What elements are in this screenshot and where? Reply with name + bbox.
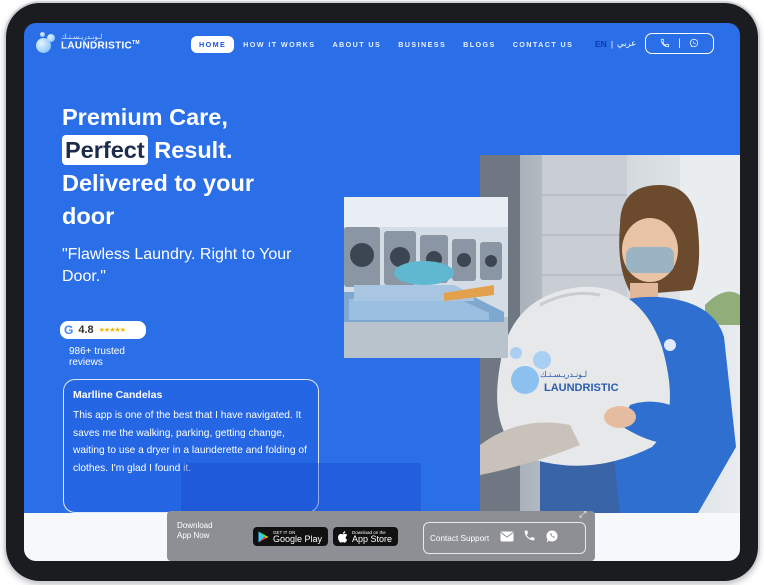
hero-highlight: Perfect	[62, 135, 148, 165]
logo-wordmark: LAUNDRISTICTM	[61, 40, 140, 52]
hero-subtitle: "Flawless Laundry. Right to Your Door."	[62, 246, 292, 285]
nav-contact-us[interactable]: CONTACT US	[505, 36, 582, 53]
floating-action-bar: Download App Now GET IT ON Google Play Do…	[167, 509, 595, 561]
reviewer-name: Marlline Candelas	[73, 389, 163, 401]
google-rating-badge[interactable]: G 4.8 ★★★★★	[60, 321, 146, 339]
delivery-person-photo: لـونـدريـسـتـك LAUNDRISTIC	[480, 155, 740, 513]
whatsapp-icon[interactable]	[545, 529, 559, 548]
expand-icon[interactable]: ⤢	[579, 509, 586, 520]
logo-bubbles-icon	[36, 32, 58, 54]
apple-icon	[338, 530, 348, 543]
google-icon: G	[64, 323, 74, 337]
mail-icon[interactable]	[500, 529, 514, 547]
hero-line-4: door	[62, 203, 115, 229]
tablet-frame: لـونـدريـسـتـك LAUNDRISTICTM HOME HOW IT…	[6, 3, 758, 581]
phone-icon[interactable]	[660, 35, 670, 53]
phone-icon[interactable]	[523, 529, 536, 547]
bag-wordmark: LAUNDRISTIC	[544, 382, 619, 394]
app-store-button[interactable]: Download on the App Store	[333, 527, 399, 546]
reviews-count: 986+ trusted reviews	[69, 346, 125, 368]
website-screen: لـونـدريـسـتـك LAUNDRISTICTM HOME HOW IT…	[24, 23, 740, 561]
whatsapp-icon[interactable]	[689, 35, 699, 53]
main-nav: HOME HOW IT WORKS ABOUT US BUSINESS BLOG…	[191, 36, 582, 53]
laundromat-photo	[344, 197, 508, 358]
decorative-block	[181, 463, 421, 513]
hero-line-1: Premium Care,	[62, 104, 228, 130]
google-play-button[interactable]: GET IT ON Google Play	[253, 527, 329, 546]
nav-blogs[interactable]: BLOGS	[455, 36, 504, 53]
nav-about-us[interactable]: ABOUT US	[324, 36, 389, 53]
hero-headline: Premium Care, Perfect Result. Delivered …	[62, 101, 254, 233]
brand-logo[interactable]: لـونـدريـسـتـك LAUNDRISTICTM	[36, 32, 140, 54]
lang-separator: |	[610, 38, 614, 49]
nav-business[interactable]: BUSINESS	[390, 36, 454, 53]
nav-home[interactable]: HOME	[191, 36, 235, 53]
lang-arabic[interactable]: عربي	[617, 38, 636, 49]
pill-separator: |	[678, 38, 681, 49]
rating-score: 4.8	[78, 324, 94, 336]
support-label: Contact Support	[430, 533, 490, 543]
download-label: Download App Now	[177, 521, 213, 540]
hero-line-2: Perfect Result.	[62, 134, 254, 167]
contact-support-box: Contact Support	[423, 522, 586, 554]
bag-arabic-text: لـونـدريـسـتـك	[540, 370, 587, 379]
hero-line-3: Delivered to your	[62, 170, 254, 196]
google-play-icon	[258, 531, 269, 542]
lang-en[interactable]: EN	[595, 39, 607, 49]
rating-stars: ★★★★★	[98, 327, 126, 334]
header-contact-pill: |	[645, 33, 714, 54]
nav-how-it-works[interactable]: HOW IT WORKS	[235, 36, 323, 53]
language-switcher: EN | عربي	[595, 38, 636, 49]
